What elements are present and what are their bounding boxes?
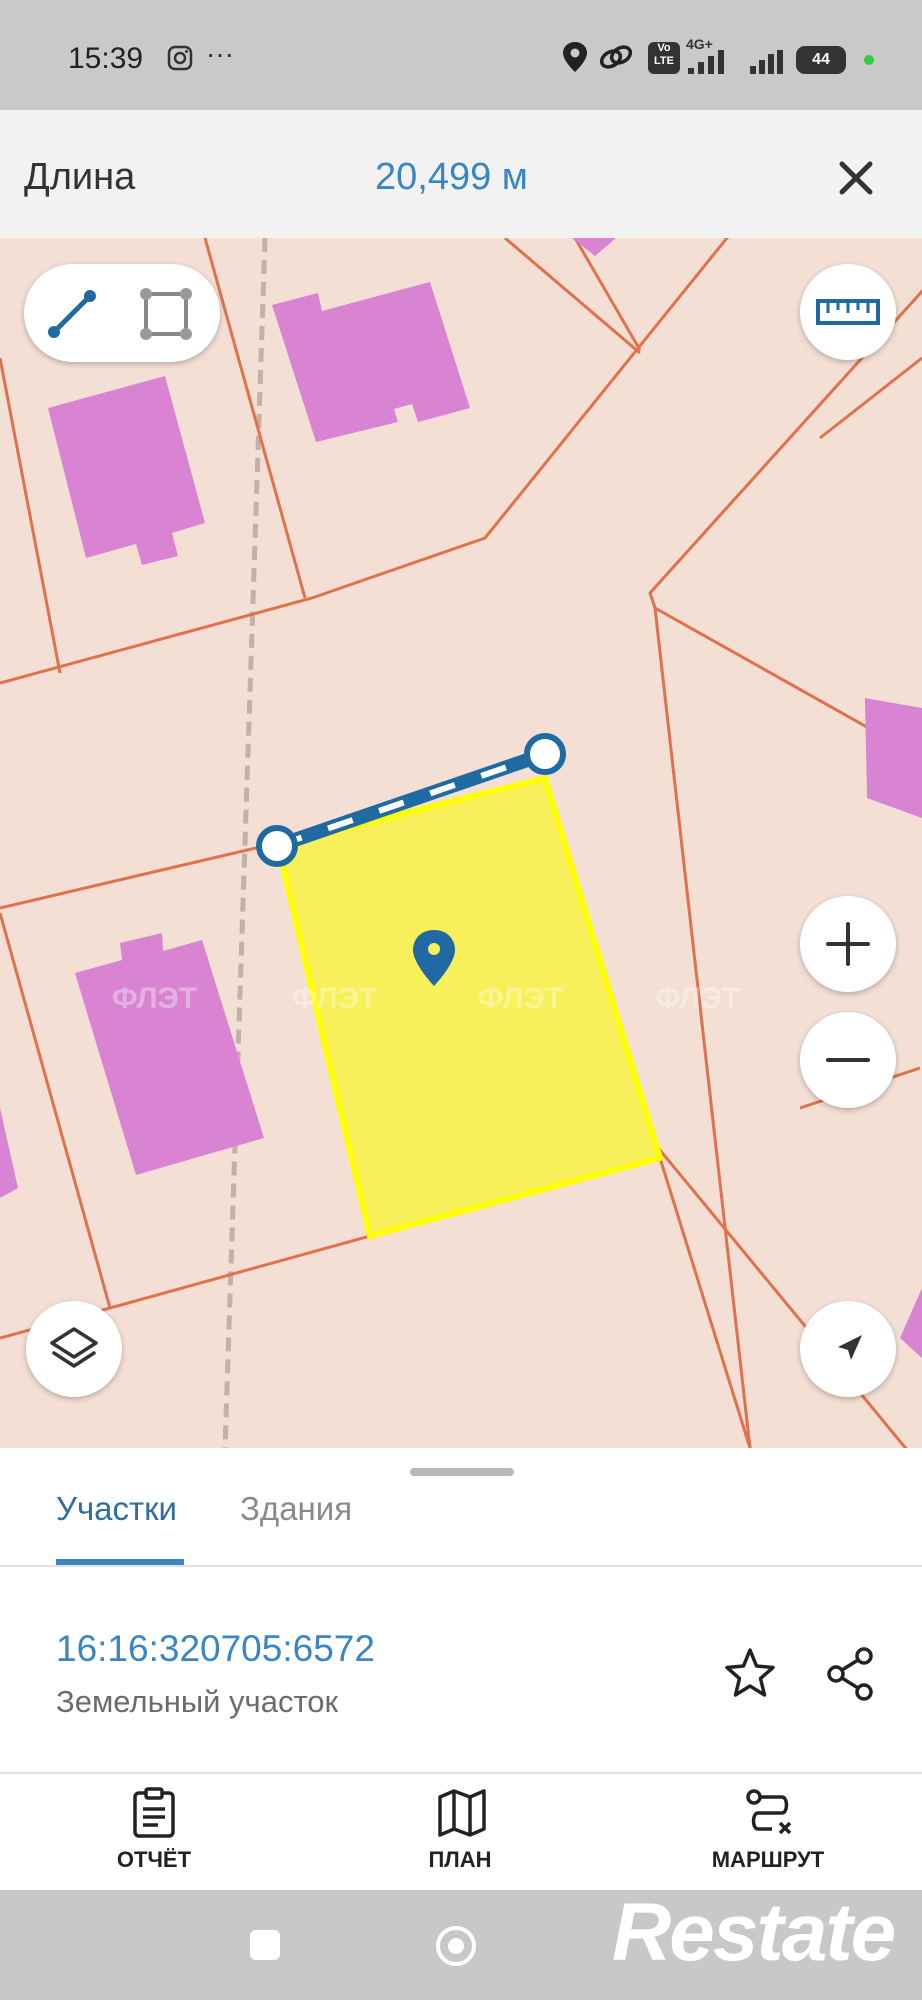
measure-label: Длина (24, 156, 136, 198)
draw-mode-toggle[interactable] (24, 264, 220, 362)
area-mode-button[interactable] (136, 286, 196, 347)
measure-point-start[interactable] (256, 825, 298, 867)
parcel-type: Земельный участок (56, 1684, 339, 1719)
volte-icon: Vo LTE (648, 42, 680, 74)
home-button[interactable] (436, 1926, 476, 1966)
tab-parcels[interactable]: Участки (56, 1490, 177, 1528)
signal-icon-1 (686, 50, 732, 81)
measure-value: 20,499 м (375, 156, 528, 198)
map-watermark: ФЛЭТ (478, 982, 563, 1015)
route-label: МАРШРУТ (711, 1847, 825, 1872)
ruler-icon (816, 299, 880, 325)
tabs-divider (0, 1565, 922, 1567)
report-label: ОТЧЁТ (116, 1847, 192, 1872)
ruler-button[interactable] (800, 264, 896, 360)
status-time: 15:39 (68, 42, 144, 75)
star-icon (725, 1648, 775, 1697)
map-canvas: ФЛЭТ ФЛЭТ ФЛЭТ ФЛЭТ (0, 238, 922, 1448)
zoom-out-button[interactable] (800, 1012, 896, 1108)
map-icon (438, 1789, 486, 1837)
tab-buildings[interactable]: Здания (240, 1490, 352, 1528)
watermark-logo: Restate (612, 1887, 896, 1978)
map-watermark: ФЛЭТ (292, 982, 377, 1015)
recents-button[interactable] (250, 1930, 280, 1960)
measure-bar: Длина 20,499 м (0, 110, 922, 238)
plan-label: ПЛАН (428, 1847, 492, 1872)
actions-divider (0, 1772, 922, 1774)
share-button[interactable] (820, 1644, 880, 1704)
minus-icon (826, 1058, 870, 1062)
navigation-arrow-icon (838, 1335, 862, 1360)
instagram-icon (166, 44, 194, 77)
camera-indicator-dot (864, 55, 874, 65)
route-button[interactable]: МАРШРУТ (688, 1787, 848, 1877)
route-icon (746, 1789, 792, 1835)
map-watermark: ФЛЭТ (655, 982, 740, 1015)
my-location-button[interactable] (800, 1301, 896, 1397)
measure-point-end[interactable] (524, 733, 566, 775)
favorite-button[interactable] (720, 1644, 780, 1704)
link-icon (598, 40, 634, 79)
cadastral-number[interactable]: 16:16:320705:6572 (56, 1628, 375, 1670)
signal-icon-2 (748, 50, 788, 81)
layers-button[interactable] (26, 1301, 122, 1397)
location-icon (560, 40, 590, 79)
more-notifications-icon: ··· (206, 38, 234, 69)
map-watermark: ФЛЭТ (112, 982, 197, 1015)
battery-icon: 44 (796, 46, 846, 74)
area-measure-icon (140, 288, 192, 340)
close-icon (839, 161, 873, 195)
plan-button[interactable]: ПЛАН (380, 1787, 540, 1877)
line-measure-icon (48, 290, 96, 338)
line-mode-button[interactable] (44, 286, 100, 347)
zoom-in-button[interactable] (800, 896, 896, 992)
home-dot-icon (448, 1938, 464, 1954)
share-icon (827, 1647, 873, 1701)
status-bar: 15:39 ··· Vo LTE 4G+ 44 (0, 0, 922, 110)
close-button[interactable] (828, 150, 884, 206)
plus-icon (826, 922, 870, 966)
report-button[interactable]: ОТЧЁТ (74, 1787, 234, 1877)
map-view[interactable]: ФЛЭТ ФЛЭТ ФЛЭТ ФЛЭТ (0, 238, 922, 1448)
sheet-drag-handle[interactable] (410, 1468, 514, 1476)
layers-icon (50, 1327, 98, 1368)
report-icon (133, 1787, 175, 1838)
